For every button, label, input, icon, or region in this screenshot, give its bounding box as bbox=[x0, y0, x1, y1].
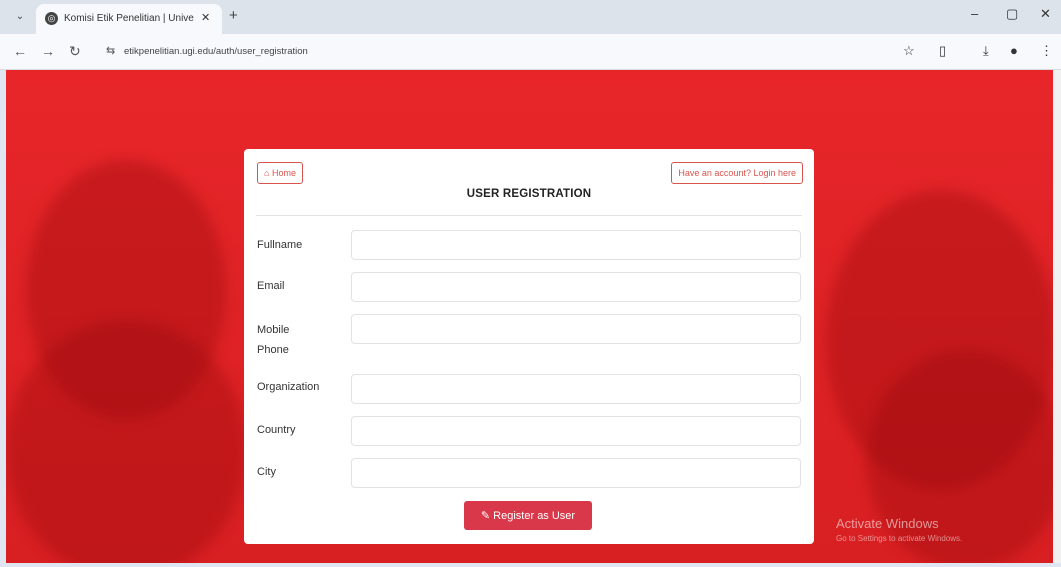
activation-watermark-title: Activate Windows bbox=[836, 516, 939, 531]
activation-watermark-subtitle: Go to Settings to activate Windows. bbox=[836, 534, 963, 543]
back-arrow-icon[interactable]: ← bbox=[13, 43, 27, 59]
email-label: Email bbox=[257, 280, 285, 292]
site-settings-icon[interactable]: ⇆ bbox=[106, 44, 115, 57]
organization-field[interactable] bbox=[351, 374, 801, 404]
scrollbar[interactable] bbox=[1053, 70, 1061, 563]
maximize-icon[interactable]: ▢ bbox=[1006, 6, 1018, 22]
home-label: Home bbox=[271, 168, 296, 178]
organization-label: Organization bbox=[257, 381, 320, 393]
close-icon[interactable]: ✕ bbox=[201, 11, 210, 24]
browser-tab[interactable]: ◎ Komisi Etik Penelitian | Univer ✕ bbox=[36, 4, 222, 34]
registration-card: ⌂ Home Have an account? Login here USER … bbox=[244, 149, 814, 544]
reload-icon[interactable]: ↻ bbox=[69, 43, 81, 60]
divider bbox=[256, 215, 802, 216]
background-tree bbox=[6, 320, 246, 563]
tab-title: Komisi Etik Penelitian | Univer bbox=[64, 13, 194, 24]
fullname-label: Fullname bbox=[257, 239, 303, 251]
profile-icon[interactable]: ● bbox=[1010, 43, 1018, 58]
mobile-phone-field[interactable] bbox=[351, 314, 801, 344]
url-text[interactable]: etikpenelitian.ugi.edu/auth/user_registr… bbox=[124, 46, 308, 57]
address-bar[interactable]: ⇆ etikpenelitian.ugi.edu/auth/user_regis… bbox=[98, 39, 884, 65]
login-link-button[interactable]: Have an account? Login here bbox=[671, 162, 803, 184]
register-button[interactable]: ✎ Register as User bbox=[464, 501, 592, 530]
page-background: ⌂ Home Have an account? Login here USER … bbox=[6, 70, 1053, 563]
city-field[interactable] bbox=[351, 458, 801, 488]
close-window-icon[interactable]: ✕ bbox=[1040, 6, 1051, 22]
globe-icon: ◎ bbox=[45, 12, 58, 25]
extensions-icon[interactable]: ▯ bbox=[939, 43, 946, 59]
more-vert-icon[interactable]: ⋮ bbox=[1040, 43, 1053, 59]
plus-icon[interactable]: + bbox=[229, 7, 238, 24]
city-label: City bbox=[257, 466, 276, 478]
mobile-phone-label: Mobile Phone bbox=[257, 324, 290, 356]
star-icon[interactable]: ☆ bbox=[903, 43, 915, 59]
home-button[interactable]: ⌂ Home bbox=[257, 162, 303, 184]
register-label: Register as User bbox=[493, 510, 576, 522]
page-title: USER REGISTRATION bbox=[466, 188, 592, 200]
tab-strip: ⌄ ◎ Komisi Etik Penelitian | Univer ✕ + … bbox=[0, 0, 1061, 34]
edit-icon: ✎ bbox=[480, 510, 491, 522]
forward-arrow-icon[interactable]: → bbox=[41, 43, 55, 59]
home-icon: ⌂ bbox=[264, 168, 270, 178]
chevron-down-icon[interactable]: ⌄ bbox=[11, 8, 29, 26]
download-icon[interactable]: ⤓ bbox=[983, 43, 989, 59]
email-field[interactable] bbox=[351, 272, 801, 302]
fullname-field[interactable] bbox=[351, 230, 801, 260]
background-tree bbox=[866, 350, 1053, 563]
country-field[interactable] bbox=[351, 416, 801, 446]
minimize-icon[interactable]: – bbox=[971, 6, 978, 21]
country-label: Country bbox=[257, 424, 296, 436]
browser-toolbar: ← → ↻ ⇆ etikpenelitian.ugi.edu/auth/user… bbox=[0, 34, 1061, 70]
